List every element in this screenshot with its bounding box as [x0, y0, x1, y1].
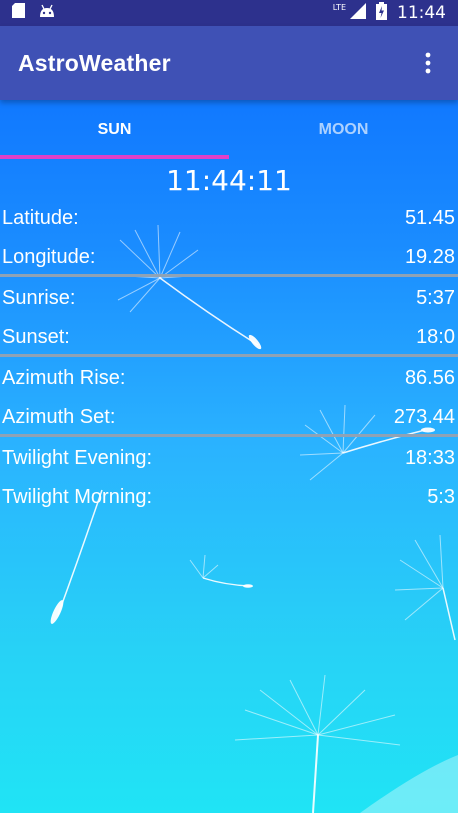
app-bar: AstroWeather	[0, 26, 458, 100]
sd-card-icon	[12, 3, 25, 23]
azimuth-set-label: Azimuth Set:	[2, 405, 116, 428]
dandelion-seed-4	[234, 674, 401, 746]
azimuth-rise-value: 86.56	[404, 366, 455, 389]
dandelion-seed-5	[189, 554, 219, 579]
longitude-value: 19.28	[404, 245, 455, 268]
row-twilight-evening: Twilight Evening: 18:33	[0, 438, 458, 478]
sunset-label: Sunset:	[2, 325, 70, 348]
battery-charging-icon	[376, 1, 387, 25]
signal-icon	[350, 2, 366, 24]
row-sunrise: Sunrise: 5:37	[0, 278, 458, 318]
twilight-morning-value: 5:3	[427, 485, 455, 508]
twilight-morning-label: Twilight Morning:	[2, 485, 153, 508]
row-latitude: Latitude: 51.45	[0, 198, 458, 238]
divider	[0, 354, 458, 357]
longitude-label: Longitude:	[2, 245, 96, 268]
row-azimuth-rise: Azimuth Rise: 86.56	[0, 358, 458, 398]
twilight-evening-label: Twilight Evening:	[2, 446, 153, 469]
tab-sun[interactable]: SUN	[0, 100, 229, 160]
sunrise-label: Sunrise:	[2, 286, 76, 309]
row-azimuth-set: Azimuth Set: 273.44	[0, 397, 458, 437]
azimuth-rise-label: Azimuth Rise:	[2, 366, 126, 389]
app-title: AstroWeather	[18, 49, 171, 76]
row-longitude: Longitude: 19.28	[0, 237, 458, 277]
azimuth-set-value: 273.44	[393, 405, 455, 428]
more-vert-icon[interactable]	[408, 43, 448, 83]
sunrise-value: 5:37	[416, 286, 455, 309]
divider	[0, 274, 458, 277]
status-time: 11:44	[397, 3, 446, 23]
current-time: 11:44:11	[166, 164, 292, 197]
row-twilight-morning: Twilight Morning: 5:3	[0, 477, 458, 517]
tab-indicator	[0, 155, 229, 159]
tab-moon[interactable]: MOON	[229, 100, 458, 160]
twilight-evening-value: 18:33	[404, 446, 455, 469]
latitude-value: 51.45	[404, 206, 455, 229]
dandelion-seed-3	[394, 534, 444, 621]
divider	[0, 434, 458, 437]
status-bar: LTE 11:44	[0, 0, 458, 26]
row-sunset: Sunset: 18:0	[0, 317, 458, 357]
latitude-label: Latitude:	[2, 206, 79, 229]
network-type: LTE	[332, 2, 346, 12]
android-icon	[39, 4, 55, 23]
sunset-value: 18:0	[416, 325, 455, 348]
tab-bar: SUN MOON	[0, 100, 458, 160]
